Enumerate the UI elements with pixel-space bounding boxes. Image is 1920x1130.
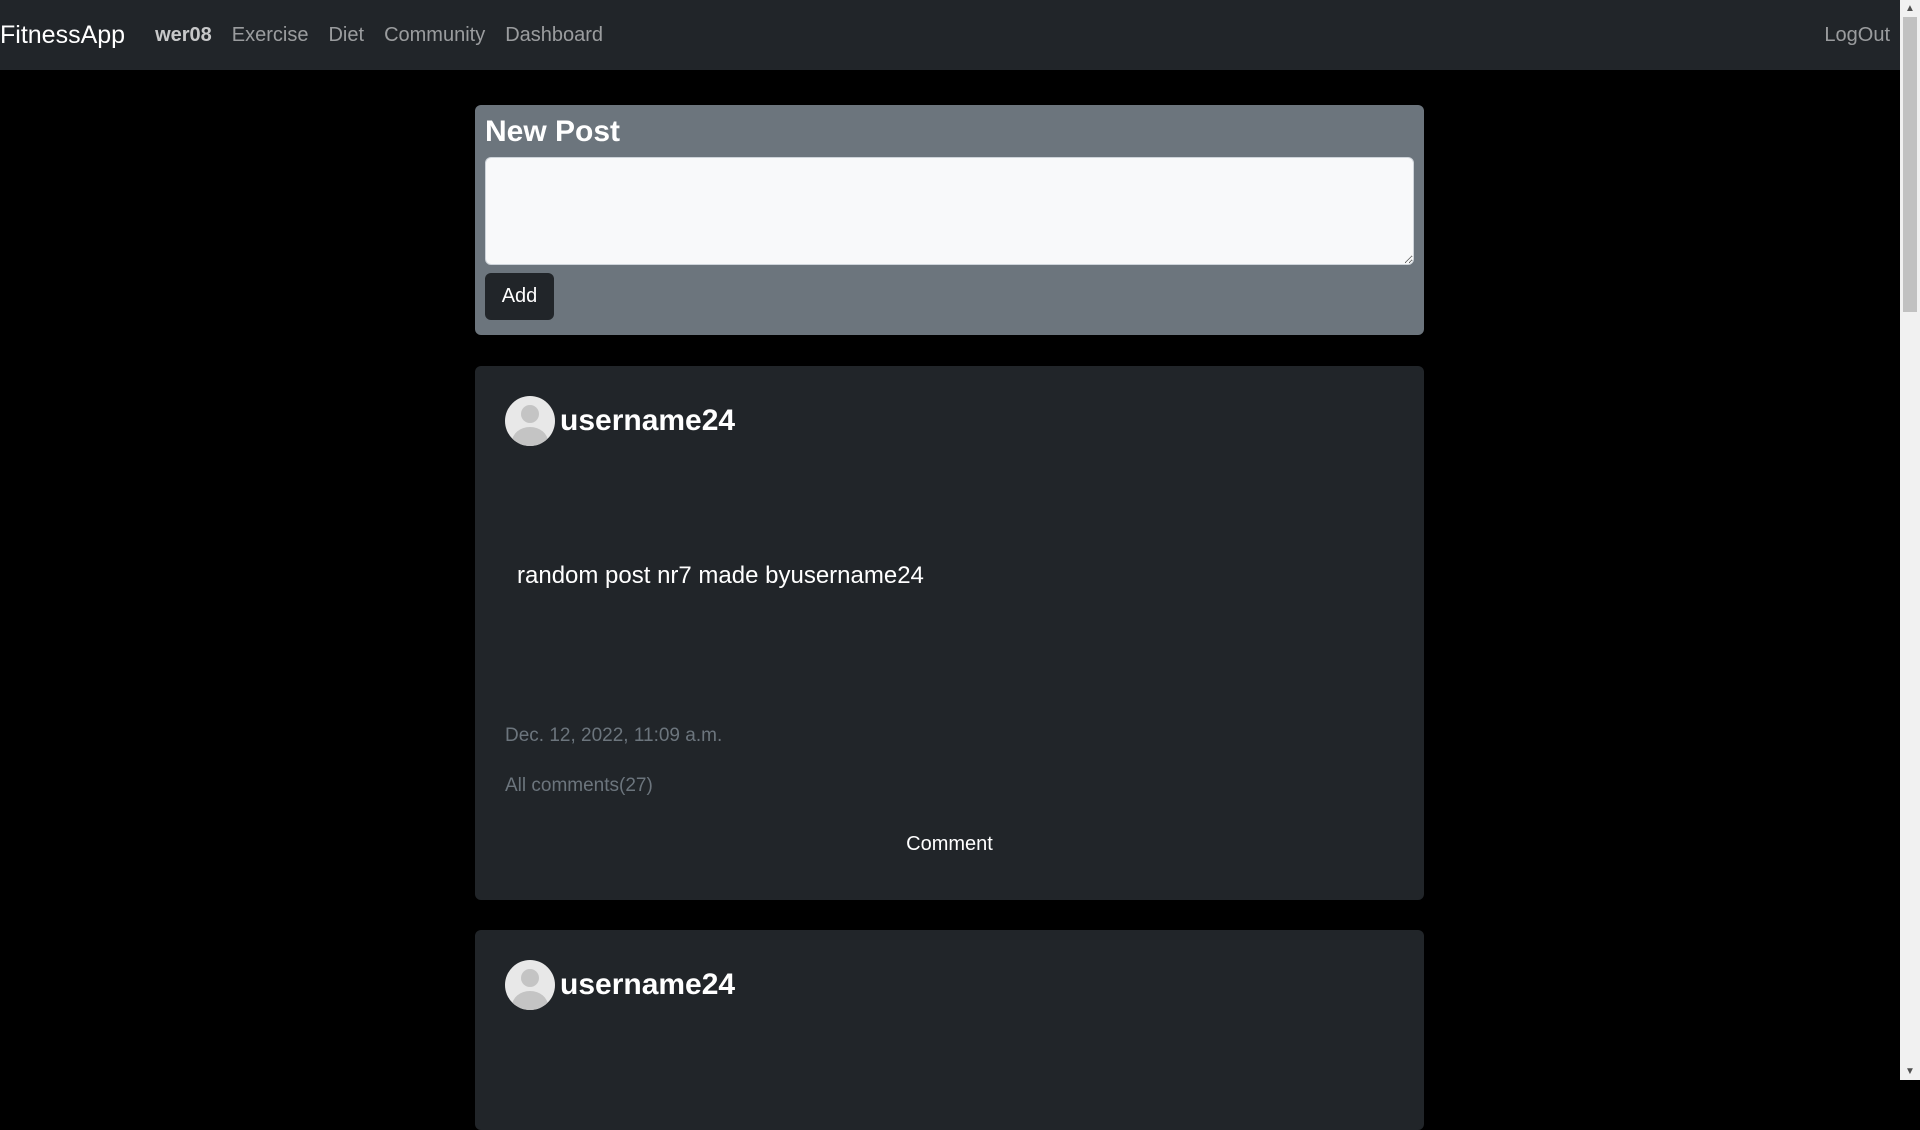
nav-user-link[interactable]: wer08 — [155, 24, 212, 47]
nav-community-link[interactable]: Community — [384, 24, 485, 47]
add-post-button[interactable]: Add — [485, 273, 554, 320]
post-username: username24 — [560, 404, 736, 437]
nav-dashboard-link[interactable]: Dashboard — [505, 24, 603, 47]
user-avatar-icon — [505, 960, 555, 1010]
post-username: username24 — [560, 968, 736, 1001]
brand-link[interactable]: FitnessApp — [0, 21, 125, 50]
post-card: username24 — [475, 930, 1424, 1130]
post-header: username24 — [505, 960, 735, 1010]
scroll-up-arrow-icon[interactable]: ▲ — [1900, 0, 1920, 17]
post-header: username24 — [505, 396, 735, 446]
post-card: username24 random post nr7 made byuserna… — [475, 366, 1424, 900]
top-navbar: FitnessApp wer08 Exercise Diet Community… — [0, 0, 1900, 70]
scroll-down-arrow-icon[interactable]: ▼ — [1900, 1063, 1920, 1080]
all-comments-link[interactable]: All comments(27) — [505, 775, 653, 797]
logout-link[interactable]: LogOut — [1824, 24, 1890, 47]
post-text: random post nr7 made byusername24 — [517, 562, 924, 589]
scrollbar-thumb[interactable] — [1903, 17, 1917, 312]
nav-diet-link[interactable]: Diet — [328, 24, 364, 47]
nav-exercise-link[interactable]: Exercise — [232, 24, 309, 47]
user-avatar-icon — [505, 396, 555, 446]
page-scrollbar[interactable]: ▲ ▼ — [1900, 0, 1920, 1080]
comment-button[interactable]: Comment — [475, 833, 1424, 856]
post-date: Dec. 12, 2022, 11:09 a.m. — [505, 725, 723, 746]
new-post-title: New Post — [485, 115, 621, 148]
new-post-textarea[interactable] — [485, 157, 1414, 265]
new-post-form: New Post Add — [475, 105, 1424, 335]
